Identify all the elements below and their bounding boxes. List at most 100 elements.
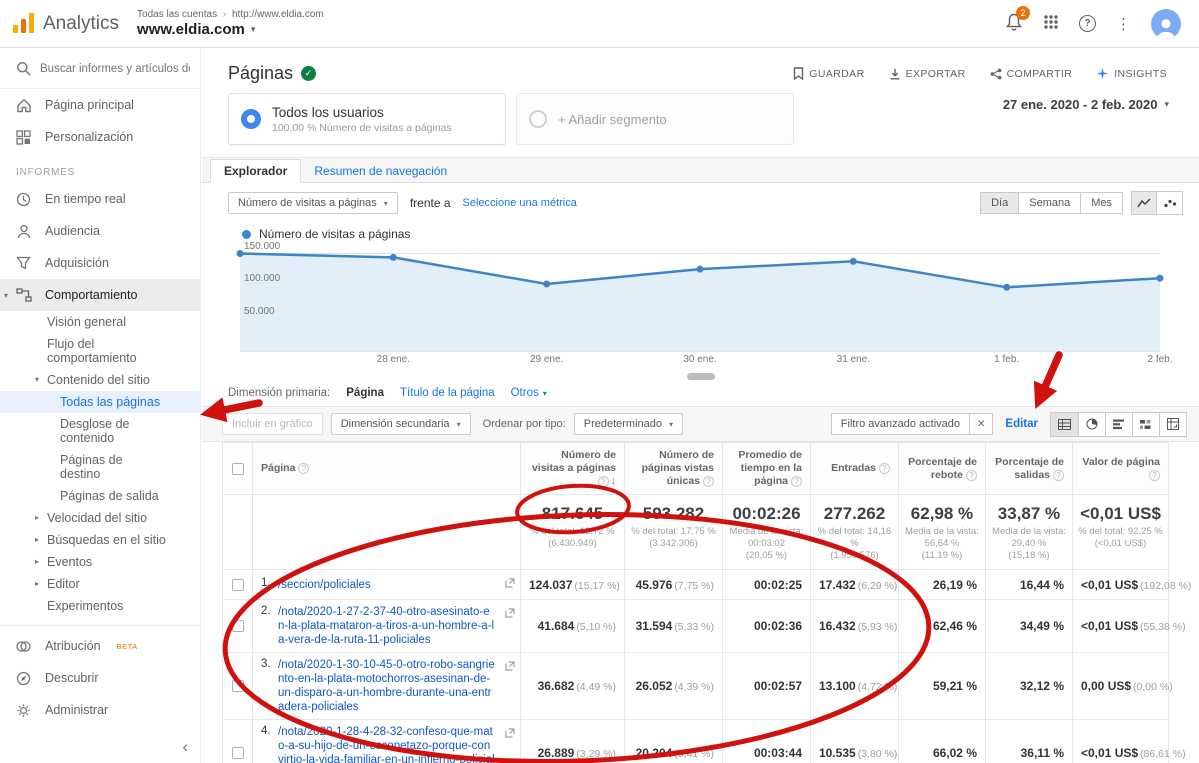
- metric-dropdown[interactable]: Número de visitas a páginas ▾: [228, 192, 398, 214]
- close-icon: ✕: [977, 419, 985, 430]
- comparison-view-button[interactable]: [1132, 413, 1159, 436]
- cell-exit: 34,49 %: [1020, 619, 1064, 633]
- trend-chart[interactable]: 50.000100.000150.000 28 ene.29 ene.30 en…: [240, 247, 1161, 371]
- check-glyph: ✓: [305, 68, 313, 79]
- row-checkbox[interactable]: [232, 680, 244, 692]
- row-checkbox[interactable]: [232, 579, 244, 591]
- save-button[interactable]: GUARDAR: [793, 67, 864, 80]
- sidebar-item-landing-pages[interactable]: Páginas de destino: [0, 449, 200, 485]
- sidebar-item-home[interactable]: Página principal: [0, 89, 200, 121]
- sidebar-item-site-search[interactable]: ▸ Búsquedas en el sitio: [0, 529, 200, 551]
- summary-sub: Media de la vista: 56,64 %: [904, 526, 980, 550]
- percentage-view-button[interactable]: [1078, 413, 1105, 436]
- date-range-picker[interactable]: 27 ene. 2020 - 2 feb. 2020 ▾: [1003, 97, 1169, 112]
- page-link[interactable]: /nota/2020-1-30-10-45-0-otro-robo-sangri…: [278, 658, 495, 714]
- page-link[interactable]: /nota/2020-1-28-4-28-32-confeso-que-mato…: [278, 725, 495, 763]
- sidebar-item-behavior[interactable]: ▾ Comportamiento: [0, 279, 200, 311]
- sidebar-item-audience[interactable]: Audiencia: [0, 215, 200, 247]
- table-view-button[interactable]: [1051, 413, 1078, 436]
- sidebar-item-label: Flujo del comportamiento: [47, 337, 166, 365]
- remove-filter-button[interactable]: ✕: [969, 414, 992, 434]
- sidebar-search[interactable]: [0, 48, 200, 89]
- col-header-page-value[interactable]: Valor de página: [1082, 456, 1160, 468]
- pivot-view-button[interactable]: [1159, 413, 1186, 436]
- page-link[interactable]: /nota/2020-1-27-2-37-40-otro-asesinato-e…: [278, 605, 495, 647]
- property-selector[interactable]: www.eldia.com ▾: [137, 21, 324, 38]
- cell-pageviews: 26.889: [538, 746, 575, 760]
- chart-scrubber: [202, 371, 1199, 380]
- col-header-pageviews[interactable]: Número de visitas a páginas: [532, 449, 616, 474]
- share-button[interactable]: COMPARTIR: [990, 67, 1073, 80]
- dimension-otros-dropdown[interactable]: Otros ▾: [511, 387, 547, 399]
- tab-explorador[interactable]: Explorador: [210, 159, 301, 183]
- plot-rows-button[interactable]: Incluir en gráfico: [222, 413, 323, 435]
- notifications-button[interactable]: 2: [1005, 12, 1023, 35]
- select-metric-link[interactable]: Seleccione una métrica: [463, 197, 577, 209]
- select-all-checkbox[interactable]: [232, 463, 244, 475]
- dimension-titulo-pagina[interactable]: Título de la página: [400, 387, 495, 399]
- vs-label: frente a: [410, 196, 451, 210]
- segment-all-users[interactable]: Todos los usuarios 100,00 % Número de vi…: [228, 93, 506, 145]
- granularity-day-button[interactable]: Día: [980, 192, 1019, 214]
- open-in-new-icon[interactable]: [505, 607, 515, 621]
- row-checkbox[interactable]: [232, 620, 244, 632]
- chevron-right-icon: ▸: [35, 533, 39, 547]
- performance-view-button[interactable]: [1105, 413, 1132, 436]
- cell-page-value: <0,01 US$: [1081, 619, 1138, 633]
- granularity-month-button[interactable]: Mes: [1081, 192, 1123, 214]
- date-range-value: 27 ene. 2020 - 2 feb. 2020: [1003, 97, 1158, 112]
- cell-pct: (4,72 %): [858, 681, 898, 693]
- sidebar-item-experiments[interactable]: Experimentos: [0, 595, 200, 617]
- sidebar-item-behavior-overview[interactable]: Visión general: [0, 311, 200, 333]
- export-button[interactable]: EXPORTAR: [889, 67, 966, 80]
- kebab-menu-button[interactable]: ⋮: [1116, 15, 1131, 33]
- sidebar-item-site-speed[interactable]: ▸ Velocidad del sitio: [0, 507, 200, 529]
- summary-sub: Media de la vista: 00:03:02: [728, 526, 805, 550]
- verified-check-icon: ✓: [301, 66, 316, 81]
- row-checkbox[interactable]: [232, 747, 244, 759]
- sidebar-item-exit-pages[interactable]: Páginas de salida: [0, 485, 200, 507]
- insights-sparkle-icon: [1096, 67, 1109, 80]
- sidebar-item-site-content[interactable]: ▾ Contenido del sitio: [0, 369, 200, 391]
- dimension-pagina[interactable]: Página: [346, 387, 384, 399]
- sidebar-item-all-pages[interactable]: Todas las páginas: [0, 391, 200, 413]
- brand-name: Analytics: [43, 13, 119, 35]
- open-in-new-icon[interactable]: [505, 577, 515, 591]
- sidebar-item-realtime[interactable]: En tiempo real: [0, 183, 200, 215]
- open-in-new-icon[interactable]: [505, 727, 515, 741]
- granularity-week-button[interactable]: Semana: [1019, 192, 1081, 214]
- apps-grid-button[interactable]: [1043, 14, 1059, 33]
- motion-chart-toggle[interactable]: [1157, 191, 1183, 215]
- avatar[interactable]: [1151, 9, 1181, 39]
- analytics-home-link[interactable]: Analytics: [0, 13, 137, 35]
- sidebar-item-discover[interactable]: Descubrir: [0, 662, 200, 694]
- add-segment-button[interactable]: + Añadir segmento: [516, 93, 794, 145]
- col-header-pagina[interactable]: Página: [261, 462, 295, 474]
- sidebar-item-attribution[interactable]: Atribución BETA: [0, 630, 200, 662]
- open-in-new-icon[interactable]: [505, 660, 515, 674]
- edit-filter-link[interactable]: Editar: [1005, 418, 1038, 430]
- breadcrumb-accounts[interactable]: Todas las cuentas: [137, 9, 217, 20]
- tab-resumen-navegacion[interactable]: Resumen de navegación: [301, 160, 460, 182]
- search-input[interactable]: [40, 63, 190, 75]
- page-link[interactable]: /seccion/policiales: [278, 578, 495, 592]
- sidebar-item-acquisition[interactable]: Adquisición: [0, 247, 200, 279]
- scrubber-handle[interactable]: [687, 373, 715, 380]
- col-header-entrances[interactable]: Entradas: [831, 462, 876, 474]
- collapse-sidebar-button[interactable]: ‹: [182, 737, 188, 757]
- insights-button[interactable]: INSIGHTS: [1096, 67, 1167, 80]
- sort-type-dropdown[interactable]: Predeterminado ▾: [574, 413, 683, 435]
- sidebar-item-behavior-flow[interactable]: Flujo del comportamiento: [0, 333, 200, 369]
- breadcrumb-property-url[interactable]: http://www.eldia.com: [232, 9, 324, 20]
- sidebar-item-label: En tiempo real: [45, 192, 126, 206]
- sidebar-item-admin[interactable]: Administrar: [0, 694, 200, 726]
- secondary-dimension-dropdown[interactable]: Dimensión secundaria ▾: [331, 413, 471, 435]
- sidebar-item-label: Eventos: [47, 555, 92, 569]
- cell-pct: (5,93 %): [858, 621, 898, 633]
- sidebar-item-publisher[interactable]: ▸ Editor: [0, 573, 200, 595]
- sidebar-item-content-drilldown[interactable]: Desglose de contenido: [0, 413, 200, 449]
- help-button[interactable]: ?: [1079, 15, 1096, 32]
- line-chart-toggle[interactable]: [1131, 191, 1157, 215]
- sidebar-item-events[interactable]: ▸ Eventos: [0, 551, 200, 573]
- sidebar-item-customization[interactable]: Personalización: [0, 121, 200, 153]
